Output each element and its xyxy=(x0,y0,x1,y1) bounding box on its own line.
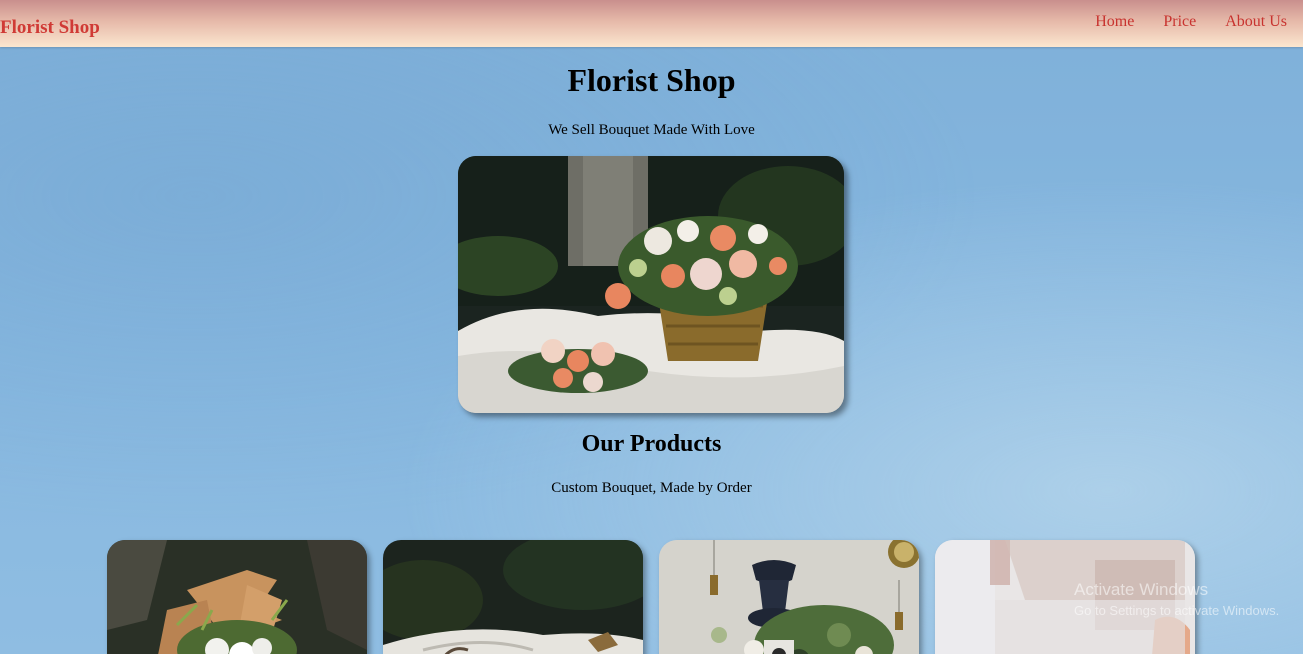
product-card[interactable] xyxy=(659,540,919,654)
vase-arrangement-photo-icon xyxy=(659,540,919,654)
products-title: Our Products xyxy=(581,431,722,457)
products-subtitle: Custom Bouquet, Made by Order xyxy=(551,480,752,496)
nav-link-home[interactable]: Home xyxy=(1095,13,1134,31)
blurred-bouquet-photo-icon xyxy=(935,540,1195,654)
hero-image xyxy=(458,156,844,413)
hero-subtitle: We Sell Bouquet Made With Love xyxy=(548,122,755,138)
brand-logo-link[interactable]: Florist Shop xyxy=(0,17,100,39)
product-card[interactable] xyxy=(107,540,367,654)
dark-bouquet-photo-icon xyxy=(383,540,643,654)
product-card[interactable] xyxy=(935,540,1195,654)
product-card[interactable] xyxy=(383,540,643,654)
flower-basket-photo-icon xyxy=(458,156,844,413)
nav-links: Home Price About Us xyxy=(1095,13,1287,31)
hero-title: Florist Shop xyxy=(567,62,736,98)
paper-wrapped-bouquet-photo-icon xyxy=(107,540,367,654)
nav-link-price[interactable]: Price xyxy=(1163,13,1196,31)
navbar: Florist Shop Home Price About Us xyxy=(0,0,1303,47)
nav-link-about-us[interactable]: About Us xyxy=(1225,13,1287,31)
